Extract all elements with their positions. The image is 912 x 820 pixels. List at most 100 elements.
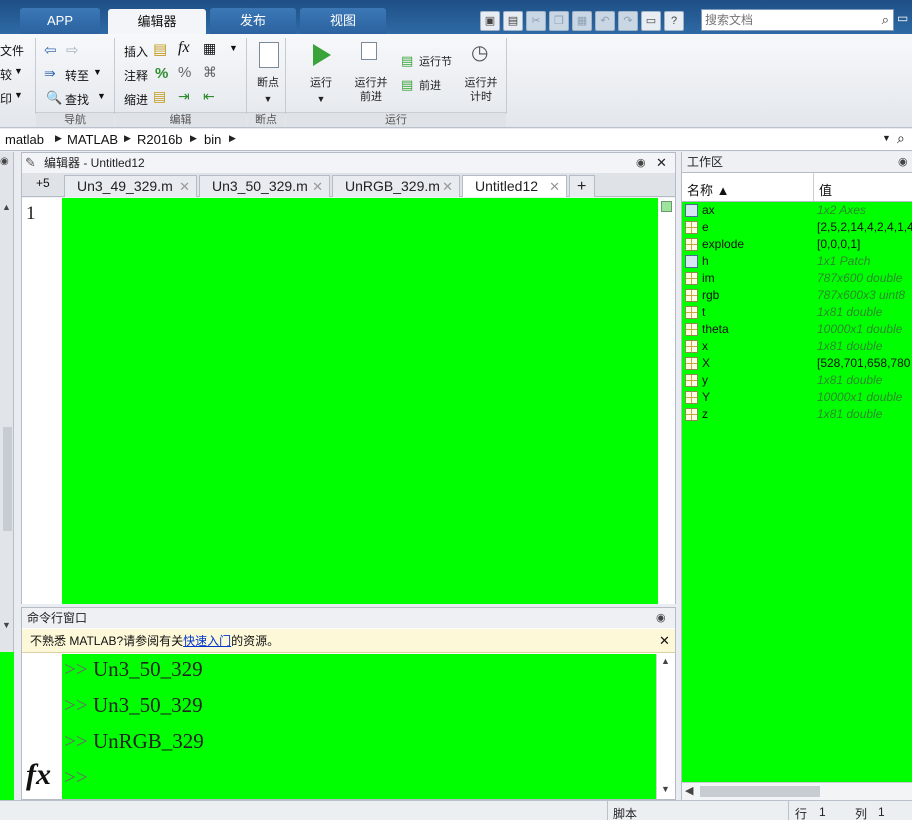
run-section-button[interactable]: 运行节 [419,55,452,69]
comment-button[interactable]: 注释 [124,67,148,84]
cut-icon[interactable]: ✂ [526,11,546,31]
chevron-down-icon[interactable]: ▼ [250,92,286,106]
scroll-up-icon[interactable]: ▲ [661,656,670,666]
run-and-time-button-line1[interactable]: 运行并 [460,76,502,90]
decrease-indent-icon[interactable]: ⇤ [203,88,215,105]
close-icon[interactable]: ✕ [656,153,667,173]
breadcrumb-matlab[interactable]: matlab [5,132,44,147]
switch-windows-icon[interactable]: ▭ [641,11,661,31]
find-button[interactable]: 查找 [65,91,89,108]
close-tab-icon[interactable]: ✕ [549,176,560,197]
insert-section-icon[interactable]: ▤ [153,40,167,58]
search-icon[interactable]: ⌕ [882,12,889,28]
chevron-down-icon[interactable]: ▼ [97,91,106,101]
advance-button[interactable]: 前进 [419,79,441,93]
insert-button[interactable]: 插入 [124,43,148,60]
workspace-horizontal-scrollbar[interactable]: ◀ [682,782,912,800]
editor-tab-un3-50[interactable]: Un3_50_329.m ✕ [199,175,330,197]
breadcrumb-MATLAB[interactable]: MATLAB [67,132,118,147]
close-icon[interactable]: ✕ [659,629,670,653]
workspace-variable-row[interactable]: explode [0,0,0,1] [682,236,912,253]
chevron-down-icon[interactable]: ▼ [14,66,23,76]
search-folder-icon[interactable]: ⌕ [897,130,905,147]
scroll-up-icon[interactable]: ▲ [2,202,11,212]
search-input[interactable] [702,10,867,30]
code-analyzer-indicator[interactable] [661,201,672,212]
chevron-down-icon[interactable]: ▼ [14,90,23,100]
panel-menu-icon[interactable]: ◉ [898,152,908,172]
tab-editor[interactable]: 编辑器 [108,9,206,34]
column-header-name[interactable]: 名称 ▲ [687,180,729,199]
undo-icon[interactable]: ↶ [595,11,615,31]
compare-button[interactable]: 比较 [0,66,12,83]
scrollbar-thumb[interactable] [700,786,820,797]
column-header-value[interactable]: 值 [819,180,832,199]
panel-menu-icon[interactable]: ◉ [0,156,9,167]
workspace-variable-row[interactable]: theta 10000x1 double [682,321,912,338]
run-and-time-button-line2[interactable]: 计时 [460,90,502,104]
scroll-down-icon[interactable]: ▼ [661,784,670,794]
command-input-line[interactable]: >> [64,765,88,790]
workspace-variable-row[interactable]: X [528,701,658,780 [682,355,912,372]
workspace-variable-row[interactable]: e [2,5,2,14,4,2,4,1,4 [682,219,912,236]
close-tab-icon[interactable]: ✕ [312,176,323,197]
scrollbar-thumb[interactable] [3,427,12,531]
run-and-advance-button-line1[interactable]: 运行并 [350,76,392,90]
command-output-area[interactable]: >> Un3_50_329 >> Un3_50_329 >> UnRGB_329… [62,654,656,799]
panel-menu-icon[interactable]: ◉ [656,608,666,628]
breadcrumb-bin[interactable]: bin [204,132,221,147]
indent-button[interactable]: 缩进 [124,91,148,108]
editor-tab-un3-49[interactable]: Un3_49_329.m ✕ [64,175,197,197]
editor-scrollbar[interactable] [658,198,675,604]
run-play-icon[interactable] [313,44,331,66]
breakpoints-icon[interactable] [259,42,279,68]
workspace-variable-row[interactable]: ax 1x2 Axes [682,202,912,219]
editor-tab-unrgb[interactable]: UnRGB_329.m ✕ [332,175,460,197]
new-tab-button[interactable]: + [569,175,595,197]
copy-icon[interactable]: ❐ [549,11,569,31]
workspace-variable-row[interactable]: Y 10000x1 double [682,389,912,406]
breadcrumb-arrow-icon[interactable]: ▶ [190,133,197,144]
workspace-variable-row[interactable]: rgb 787x600x3 uint8 [682,287,912,304]
getting-started-link[interactable]: 快速入门 [183,634,231,648]
run-and-advance-button-line2[interactable]: 前进 [350,90,392,104]
close-tab-icon[interactable]: ✕ [442,176,453,197]
chevron-down-icon[interactable]: ▼ [229,43,238,53]
workspace-variable-row[interactable]: h 1x1 Patch [682,253,912,270]
run-button[interactable]: 运行 [300,76,342,90]
save-icon[interactable]: ▤ [503,11,523,31]
command-scrollbar[interactable]: ▲ ▼ [656,654,675,799]
editor-tab-untitled12[interactable]: Untitled12 ✕ [462,175,567,197]
goto-button[interactable]: 转至 [65,67,89,84]
paste-icon[interactable]: ▦ [572,11,592,31]
tab-app[interactable]: APP [20,8,100,34]
breadcrumb-arrow-icon[interactable]: ▶ [229,133,236,144]
layout-icon[interactable]: ▣ [480,11,500,31]
tab-publish[interactable]: 发布 [210,8,296,34]
uncomment-icon[interactable]: % [178,64,191,81]
chevron-down-icon[interactable]: ▼ [300,92,342,106]
breadcrumb-arrow-icon[interactable]: ▶ [55,133,62,144]
scroll-left-icon[interactable]: ◀ [685,784,693,797]
print-button[interactable]: 打印 [0,90,12,107]
back-arrow-icon[interactable]: ⇦ [44,41,57,59]
close-tab-icon[interactable]: ✕ [179,176,190,197]
workspace-variable-row[interactable]: z 1x81 double [682,406,912,423]
insert-function-template-icon[interactable]: ▦ [203,40,216,57]
more-tabs-indicator[interactable]: +5 [36,176,50,190]
run-and-advance-icon[interactable] [361,42,377,60]
forward-arrow-icon[interactable]: ⇨ [66,41,79,59]
smart-indent-icon[interactable]: ▤ [153,88,166,105]
redo-icon[interactable]: ↷ [618,11,638,31]
chevron-down-icon[interactable]: ▼ [93,67,102,77]
function-browser-icon[interactable]: fx [26,758,51,792]
wrap-comments-icon[interactable]: ⌘ [203,64,217,81]
breadcrumb-arrow-icon[interactable]: ▶ [124,133,131,144]
breakpoints-button[interactable]: 断点 [250,76,286,90]
increase-indent-icon[interactable]: ⇥ [178,88,190,105]
workspace-variable-row[interactable]: im 787x600 double [682,270,912,287]
workspace-variable-row[interactable]: y 1x81 double [682,372,912,389]
panel-menu-icon[interactable]: ◉ [636,153,646,173]
insert-function-icon[interactable]: fx [178,39,190,57]
chevron-down-icon[interactable]: ▼ [882,133,891,143]
